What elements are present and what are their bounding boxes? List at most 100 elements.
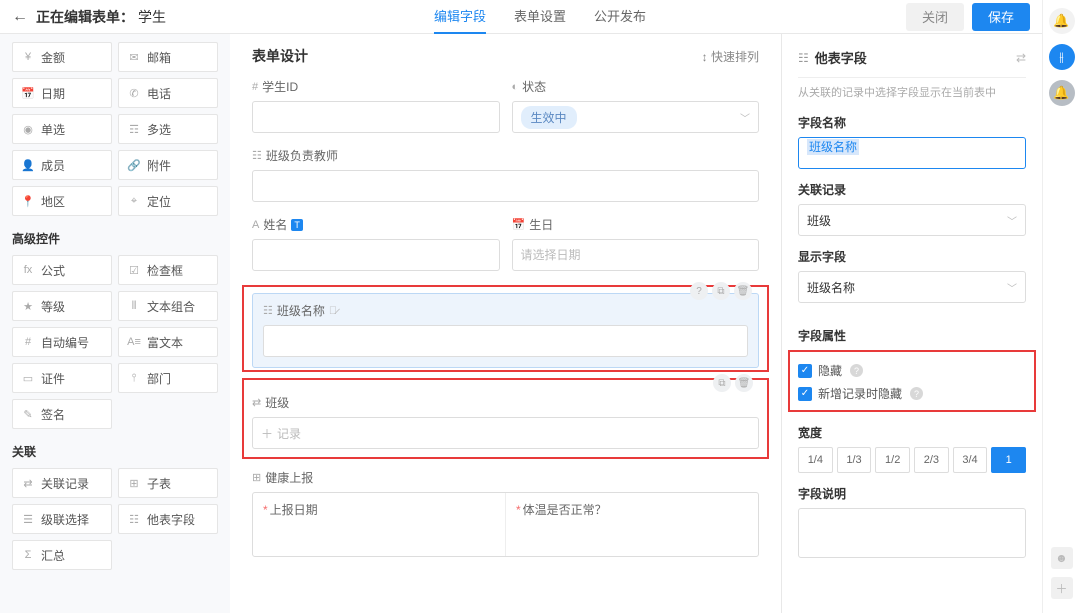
width-option[interactable]: 1/4	[798, 447, 833, 473]
subform-cell-empty[interactable]	[506, 526, 758, 556]
subform-cell-empty[interactable]	[253, 526, 506, 556]
palette-item[interactable]: Σ汇总	[12, 540, 112, 570]
width-option[interactable]: 1	[991, 447, 1026, 473]
back-arrow-icon[interactable]: ←	[12, 8, 28, 26]
notification-icon[interactable]: 🔔	[1049, 80, 1075, 106]
palette-item[interactable]: ◉单选	[12, 114, 112, 144]
hide-checkbox[interactable]: ✓	[798, 364, 812, 378]
palette-item[interactable]: fx公式	[12, 255, 112, 285]
palette-item[interactable]: ☰级联选择	[12, 504, 112, 534]
field-type-icon: ⫴	[127, 300, 141, 313]
field-type-icon: ▭	[21, 372, 35, 385]
field-description-input[interactable]	[798, 508, 1026, 558]
palette-item[interactable]: ¥金额	[12, 42, 112, 72]
field-type-icon: 📍	[21, 195, 35, 208]
help-icon[interactable]: ?	[850, 364, 863, 377]
display-field-select[interactable]: 班级名称﹀	[798, 271, 1026, 303]
class-teacher-input[interactable]	[252, 170, 759, 202]
tab-publish[interactable]: 公开发布	[594, 0, 646, 34]
palette-item[interactable]: ★等级	[12, 291, 112, 321]
palette-item[interactable]: ✆电话	[118, 78, 218, 108]
topbar: ← 正在编辑表单： 学生 编辑字段 表单设置 公开发布 关闭 保存	[0, 0, 1042, 34]
palette-item[interactable]: #自动编号	[12, 327, 112, 357]
org-icon[interactable]: ⫲	[1049, 44, 1075, 70]
health-subform[interactable]: *上报日期 *体温是否正常？	[252, 492, 759, 557]
panel-title: 他表字段	[815, 48, 867, 67]
class-record-input[interactable]: ＋记录	[252, 417, 759, 449]
palette-item[interactable]: ☷他表字段	[118, 504, 218, 534]
form-canvas: 表单设计 ↕ 快速排列 #学生ID ◐状态 生效中 ﹀ ☷班	[230, 34, 781, 613]
field-type-icon: ¥	[21, 51, 35, 63]
close-button[interactable]: 关闭	[906, 3, 964, 31]
field-type-icon: 👤	[21, 159, 35, 172]
selected-field-block[interactable]: ? ⧉ 🗑 ☷班级名称 👁̷	[252, 293, 759, 368]
birthday-input[interactable]	[512, 239, 760, 271]
class-name-input[interactable]	[263, 325, 748, 357]
palette-item[interactable]: ☑检查框	[118, 255, 218, 285]
contact-icon[interactable]: ☻	[1051, 547, 1073, 569]
bell-icon[interactable]: 🔔	[1049, 8, 1075, 34]
selected-field-highlight: ? ⧉ 🗑 ☷班级名称 👁̷	[242, 285, 769, 372]
width-option[interactable]: 1/2	[875, 447, 910, 473]
save-button[interactable]: 保存	[972, 3, 1030, 31]
field-type-icon: #	[21, 336, 35, 348]
width-option[interactable]: 3/4	[953, 447, 988, 473]
palette-item[interactable]: 📍地区	[12, 186, 112, 216]
field-delete-icon[interactable]: 🗑	[735, 374, 753, 392]
subform-col-date: *上报日期	[253, 493, 506, 526]
hide-new-checkbox[interactable]: ✓	[798, 387, 812, 401]
hash-icon: #	[252, 81, 258, 93]
subform-col-temp: *体温是否正常？	[506, 493, 758, 526]
add-icon[interactable]: ＋	[1051, 577, 1073, 599]
field-type-icon: ✎	[21, 408, 35, 421]
prop-label-display: 显示字段	[798, 248, 1026, 265]
palette-item[interactable]: ⇄关联记录	[12, 468, 112, 498]
prop-label-width: 宽度	[798, 424, 1026, 441]
name-input[interactable]	[252, 239, 500, 271]
palette-item[interactable]: ⫯部门	[118, 363, 218, 393]
palette-item[interactable]: ☶多选	[118, 114, 218, 144]
text-icon: A	[252, 219, 259, 231]
palette-item[interactable]: ⊞子表	[118, 468, 218, 498]
field-copy-icon[interactable]: ⧉	[712, 282, 730, 300]
palette-item[interactable]: ⫴文本组合	[118, 291, 218, 321]
field-delete-icon[interactable]: 🗑	[734, 282, 752, 300]
width-option[interactable]: 2/3	[914, 447, 949, 473]
width-option[interactable]: 1/3	[837, 447, 872, 473]
chevron-down-icon: ﹀	[1007, 280, 1017, 295]
tab-edit-fields[interactable]: 编辑字段	[434, 0, 486, 34]
palette-item[interactable]: ▭证件	[12, 363, 112, 393]
palette-item[interactable]: ⌖定位	[118, 186, 218, 216]
palette-item[interactable]: 🔗附件	[118, 150, 218, 180]
field-type-icon: ◉	[21, 123, 35, 136]
field-attributes-highlight: ✓ 隐藏 ? ✓ 新增记录时隐藏 ?	[788, 350, 1036, 412]
editing-label: 正在编辑表单：	[36, 7, 134, 27]
chevron-down-icon: ﹀	[740, 110, 750, 125]
field-type-icon: ✉	[127, 51, 141, 64]
help-icon[interactable]: ?	[910, 387, 923, 400]
palette-item[interactable]: ✎签名	[12, 399, 112, 429]
field-label-status: 状态	[522, 78, 546, 95]
width-selector: 1/41/31/22/33/41	[798, 447, 1026, 473]
student-id-input[interactable]	[252, 101, 500, 133]
palette-item[interactable]: A≡富文本	[118, 327, 218, 357]
swap-icon[interactable]: ⇄	[1016, 51, 1026, 65]
field-type-icon: ✆	[127, 87, 141, 100]
palette-item[interactable]: 👤成员	[12, 150, 112, 180]
form-name: 学生	[138, 7, 166, 27]
field-copy-icon[interactable]: ⧉	[713, 374, 731, 392]
field-label-class-teacher: 班级负责教师	[266, 147, 338, 164]
class-field-block[interactable]: ⧉ 🗑 ⇄班级 ＋记录	[252, 386, 759, 455]
link-record-select[interactable]: 班级﹀	[798, 204, 1026, 236]
field-name-input[interactable]: 班级名称	[798, 137, 1026, 169]
status-select[interactable]: 生效中 ﹀	[512, 101, 760, 133]
right-rail: 🔔 ⫲ 🔔 ☻ ＋	[1042, 0, 1080, 613]
field-label-student-id: 学生ID	[262, 78, 298, 95]
field-help-icon[interactable]: ?	[690, 282, 708, 300]
quick-sort-button[interactable]: ↕ 快速排列	[702, 48, 759, 65]
palette-item[interactable]: ✉邮箱	[118, 42, 218, 72]
palette-item[interactable]: 📅日期	[12, 78, 112, 108]
field-type-icon: Σ	[21, 549, 35, 561]
tab-form-settings[interactable]: 表单设置	[514, 0, 566, 34]
field-label-class: 班级	[265, 394, 289, 411]
